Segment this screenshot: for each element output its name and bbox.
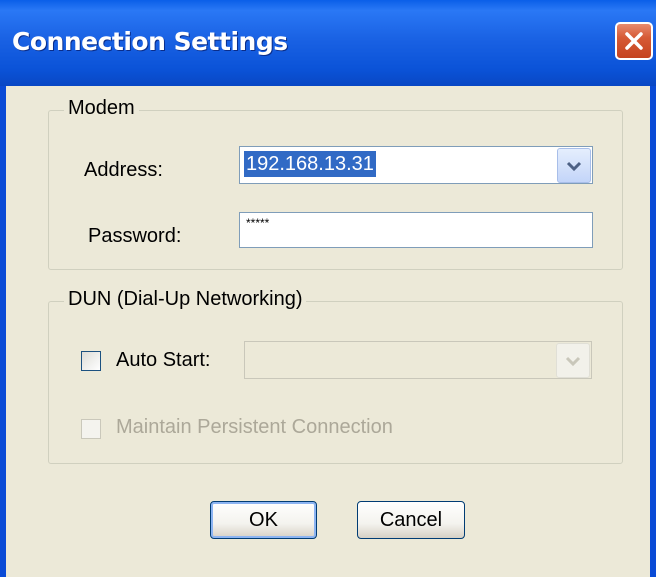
chevron-down-icon <box>566 161 582 171</box>
title-bar[interactable]: Connection Settings <box>0 0 656 86</box>
auto-start-label: Auto Start: <box>116 349 211 371</box>
address-value[interactable]: 192.168.13.31 <box>244 151 376 177</box>
close-icon <box>625 32 643 50</box>
window-border-left <box>0 86 6 577</box>
auto-start-dropdown-button[interactable] <box>556 343 590 378</box>
close-button[interactable] <box>615 22 653 60</box>
connection-settings-dialog: Connection Settings Modem Address: 192.1… <box>0 0 656 577</box>
password-field[interactable]: ***** <box>239 212 593 248</box>
password-label: Password: <box>88 225 182 247</box>
ok-button[interactable]: OK <box>210 501 317 539</box>
dun-legend: DUN (Dial-Up Networking) <box>64 288 307 311</box>
dun-group <box>48 301 623 464</box>
persistent-connection-label: Maintain Persistent Connection <box>116 416 393 438</box>
cancel-button[interactable]: Cancel <box>357 501 465 539</box>
auto-start-combobox[interactable] <box>244 341 592 379</box>
address-combobox[interactable]: 192.168.13.31 <box>239 146 593 184</box>
persistent-connection-checkbox[interactable] <box>81 419 101 439</box>
auto-start-checkbox[interactable] <box>81 351 101 371</box>
address-label: Address: <box>84 159 163 181</box>
window-title: Connection Settings <box>12 27 288 56</box>
modem-legend: Modem <box>64 97 139 120</box>
password-value: ***** <box>246 216 270 230</box>
window-border-right <box>650 86 656 577</box>
address-dropdown-button[interactable] <box>557 148 591 183</box>
chevron-down-icon <box>565 356 581 366</box>
